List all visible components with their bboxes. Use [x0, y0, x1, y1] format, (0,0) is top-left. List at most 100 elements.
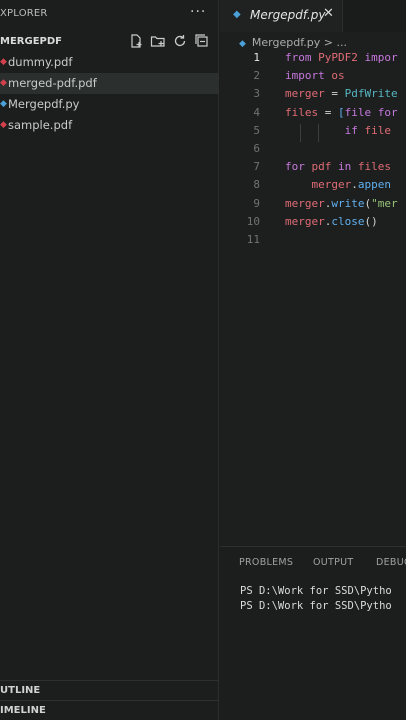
file-tree: ◆ dummy.pdf ◆ merged-pdf.pdf ◆ Mergepdf.… [0, 52, 219, 136]
explorer-title: XPLORER [0, 8, 48, 19]
breadcrumb-separator: > [323, 36, 334, 49]
editor-tabbar: ◆ Mergepdf.py ✕ [220, 0, 406, 32]
line-number: 5 [253, 123, 260, 137]
code-token: merger [311, 178, 352, 192]
line-number: 7 [253, 160, 260, 174]
line-number: 2 [253, 69, 260, 83]
code-token: if [344, 123, 365, 137]
line-number: 3 [253, 87, 260, 101]
terminal-line: PS D:\Work for SSD\Pytho [240, 600, 392, 612]
timeline-section[interactable]: IMELINE [0, 700, 219, 720]
explorer-sidebar: XPLORER ··· MERGEPDF ◆ dummy.pdf ◆ merge… [0, 0, 219, 720]
code-token: = [331, 87, 345, 101]
code-text: merger.close() [285, 215, 378, 228]
pdf-file-icon: ◆ [0, 57, 7, 67]
code-token: [ [338, 105, 345, 119]
code-token: PdfWrite [344, 87, 398, 101]
code-text: for pdf in files [285, 160, 391, 173]
tab-debug[interactable]: DEBUG [376, 557, 406, 568]
code-token: file [364, 123, 391, 137]
code-token: pdf [311, 160, 338, 174]
new-folder-icon[interactable] [150, 33, 166, 49]
code-line[interactable]: 10 merger.close() [220, 215, 406, 233]
code-token: impor [364, 51, 398, 64]
code-token: close [331, 214, 365, 228]
code-line[interactable]: 2 import os [220, 69, 406, 87]
explorer-actions [128, 33, 210, 49]
code-text: from PyPDF2 impor [285, 51, 398, 64]
code-token: for [285, 160, 312, 174]
code-token: in [338, 160, 358, 174]
terminal-output[interactable]: PS D:\Work for SSD\Pytho PS D:\Work for … [240, 585, 392, 615]
more-actions-icon[interactable]: ··· [190, 4, 206, 20]
tab-output[interactable]: OUTPUT [313, 557, 354, 568]
code-line[interactable]: 4 files = [file for [220, 106, 406, 124]
tab-problems[interactable]: PROBLEMS [239, 557, 293, 568]
collapse-all-icon[interactable] [194, 33, 210, 49]
file-item-mergepdf-py[interactable]: ◆ Mergepdf.py [0, 94, 219, 115]
code-text: files = [file for [285, 106, 398, 119]
line-number: 4 [253, 105, 260, 119]
breadcrumb-more[interactable]: ... [337, 36, 348, 49]
code-token: write [331, 196, 365, 210]
outline-section[interactable]: UTLINE [0, 680, 219, 700]
code-line[interactable]: 3 merger = PdfWrite [220, 87, 406, 105]
breadcrumb[interactable]: ◆ Mergepdf.py > ... [239, 36, 347, 49]
file-item-sample-pdf[interactable]: ◆ sample.pdf [0, 115, 219, 136]
line-number: 11 [246, 232, 260, 246]
pdf-file-icon: ◆ [0, 120, 7, 130]
file-name: sample.pdf [8, 118, 73, 132]
code-token: . [351, 178, 358, 192]
code-token: merger [285, 196, 325, 210]
refresh-icon[interactable] [172, 33, 188, 49]
folder-name: MERGEPDF [0, 36, 62, 47]
line-number: 8 [253, 178, 260, 192]
tab-label: Mergepdf.py [250, 8, 326, 22]
python-file-icon: ◆ [0, 99, 7, 109]
tab-mergepdf-py[interactable]: ◆ Mergepdf.py ✕ [220, 0, 343, 32]
code-text: if file [285, 124, 391, 137]
outline-label: UTLINE [0, 685, 41, 696]
bottom-panel: PROBLEMS OUTPUT DEBUG PS D:\Work for SSD… [220, 546, 406, 720]
file-name: Mergepdf.py [8, 97, 80, 111]
code-token: PyPDF2 [318, 51, 365, 64]
code-text: merger.write("mer [285, 197, 398, 210]
code-token: = [324, 105, 338, 119]
code-token: appen [357, 178, 391, 192]
code-text: merger = PdfWrite [285, 87, 398, 100]
pdf-file-icon: ◆ [0, 78, 7, 88]
code-line[interactable]: 7 for pdf in files [220, 160, 406, 178]
code-token: "mer [371, 196, 398, 210]
python-file-icon: ◆ [233, 9, 241, 20]
file-name: dummy.pdf [8, 55, 73, 69]
code-token: merger [285, 214, 325, 228]
code-token: import [285, 69, 332, 83]
code-line[interactable]: 11 [220, 233, 406, 251]
code-line[interactable]: 6 [220, 142, 406, 160]
breadcrumb-file[interactable]: Mergepdf.py [252, 36, 320, 49]
code-token: () [364, 214, 378, 228]
code-line[interactable]: 5 if file [220, 123, 406, 142]
code-area[interactable]: 1 from PyPDF2 impor 2 import os 3 merger = Pd… [220, 51, 406, 251]
code-line[interactable]: 8 merger.appen [220, 178, 406, 196]
code-text: merger.appen [285, 178, 392, 192]
line-number: 10 [246, 214, 260, 228]
line-number: 1 [253, 51, 260, 64]
python-file-icon: ◆ [239, 39, 246, 49]
folder-header[interactable]: MERGEPDF [0, 32, 219, 52]
new-file-icon[interactable] [128, 33, 144, 49]
close-tab-icon[interactable]: ✕ [323, 6, 334, 21]
code-token: file [344, 105, 378, 119]
panel-tabs: PROBLEMS OUTPUT DEBUG [220, 547, 406, 575]
code-editor: ◆ Mergepdf.py ✕ ◆ Mergepdf.py > ... 1 from… [220, 0, 406, 545]
file-item-merged-pdf[interactable]: ◆ merged-pdf.pdf [0, 73, 219, 94]
code-line[interactable]: 1 from PyPDF2 impor [220, 51, 406, 69]
timeline-label: IMELINE [0, 705, 46, 716]
code-line[interactable]: 9 merger.write("mer [220, 197, 406, 215]
code-token: from [285, 51, 319, 64]
file-item-dummy-pdf[interactable]: ◆ dummy.pdf [0, 52, 219, 73]
line-number: 6 [253, 141, 260, 155]
code-text: import os [285, 69, 345, 82]
